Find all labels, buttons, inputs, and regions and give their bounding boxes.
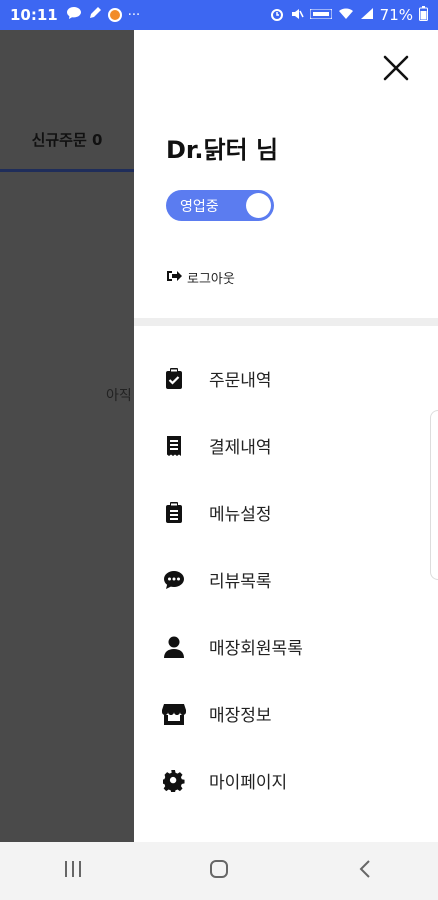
- alarm-icon: [270, 7, 284, 24]
- close-button[interactable]: [380, 54, 412, 86]
- menu-item-store-info[interactable]: 매장정보: [134, 680, 438, 747]
- gear-icon: [162, 769, 186, 793]
- recent-apps-button[interactable]: [53, 851, 93, 891]
- menu-item-store-members[interactable]: 매장회원목록: [134, 613, 438, 680]
- navigation-drawer: Dr.닭터 님 영업중 로그아웃 주문내역 결제내역 메뉴설정 리뷰목록 매장회…: [134, 30, 438, 842]
- wifi-icon: [338, 7, 354, 23]
- menu-item-label: 결제내역: [209, 438, 272, 458]
- status-bar: 10:11 ··· 71%: [0, 0, 438, 30]
- tab-new-orders: 신규주문 0: [0, 110, 134, 172]
- menu-item-payment-history[interactable]: 결제내역: [134, 412, 438, 479]
- menu-item-label: 매장정보: [209, 706, 272, 726]
- section-divider: [134, 318, 438, 326]
- mute-icon: [290, 7, 304, 24]
- system-nav-bar: [0, 842, 438, 900]
- menu-item-my-page[interactable]: 마이페이지: [134, 747, 438, 814]
- menu-item-order-history[interactable]: 주문내역: [134, 345, 438, 412]
- signal-icon: [360, 7, 374, 23]
- back-icon: [358, 859, 372, 883]
- drawer-menu: 주문내역 결제내역 메뉴설정 리뷰목록 매장회원목록 매장정보 마이페이지: [134, 345, 438, 814]
- orange-circle-icon: [107, 8, 122, 22]
- clipboard-check-icon: [162, 367, 186, 391]
- more-dots-icon: ···: [127, 7, 141, 23]
- menu-item-label: 메뉴설정: [209, 505, 272, 525]
- menu-item-label: 마이페이지: [209, 773, 288, 793]
- back-button[interactable]: [345, 851, 385, 891]
- receipt-icon: [162, 434, 186, 458]
- comment-dots-icon: [162, 568, 186, 592]
- close-icon: [383, 55, 409, 85]
- pen-icon: [88, 6, 102, 24]
- logout-label: 로그아웃: [187, 272, 235, 287]
- home-button[interactable]: [199, 851, 239, 891]
- background-body-text: 아직: [106, 388, 132, 404]
- clipboard-list-icon: [162, 501, 186, 525]
- store-name: Dr.닭터 님: [166, 136, 279, 164]
- logout-button[interactable]: 로그아웃: [166, 268, 235, 287]
- status-time: 10:11: [10, 6, 58, 24]
- battery-percent: 71%: [379, 6, 413, 24]
- edge-panel-handle[interactable]: [430, 410, 438, 580]
- menu-item-menu-settings[interactable]: 메뉴설정: [134, 479, 438, 546]
- menu-item-label: 주문내역: [209, 371, 272, 391]
- business-status-toggle[interactable]: 영업중: [166, 190, 274, 221]
- background-app-overlay[interactable]: 신규주문 0 아직: [0, 30, 134, 842]
- store-icon: [162, 702, 186, 726]
- logout-icon: [166, 269, 182, 287]
- menu-item-label: 리뷰목록: [209, 572, 272, 592]
- toggle-label: 영업중: [180, 198, 219, 215]
- menu-item-review-list[interactable]: 리뷰목록: [134, 546, 438, 613]
- recent-apps-icon: [63, 860, 83, 882]
- battery-icon: [419, 6, 428, 24]
- user-icon: [162, 635, 186, 659]
- volte-icon: [309, 8, 333, 22]
- toggle-knob: [246, 193, 271, 218]
- home-icon: [209, 859, 229, 883]
- menu-item-label: 매장회원목록: [209, 639, 303, 659]
- chat-bubble-icon: [66, 6, 82, 24]
